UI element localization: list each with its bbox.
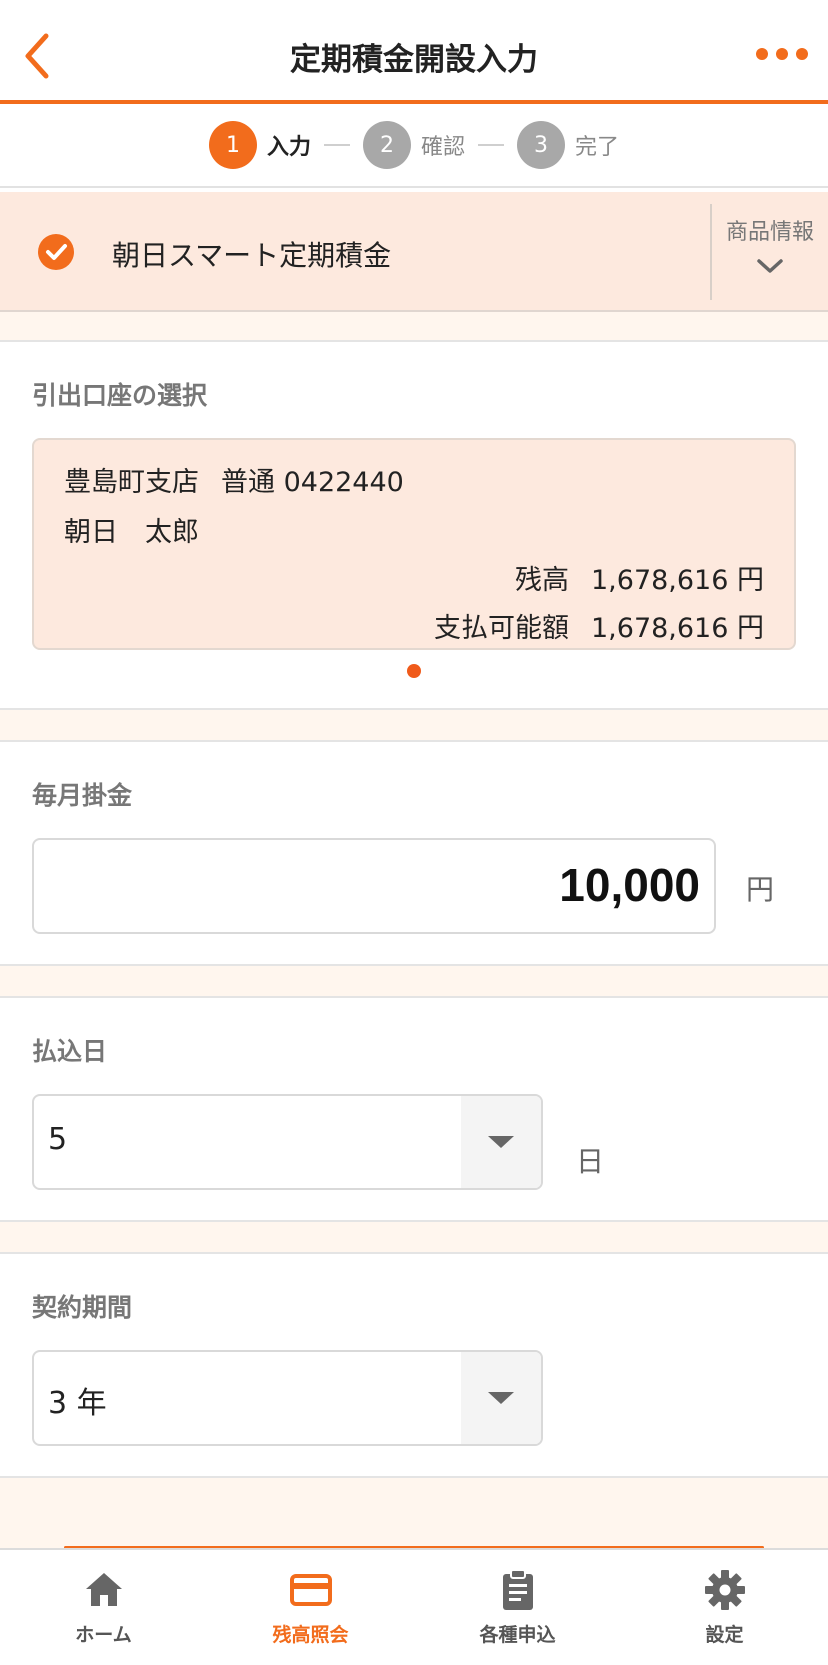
step-number: 1 <box>208 121 257 169</box>
section-divider <box>0 966 828 996</box>
step-number: 2 <box>362 121 411 169</box>
available-value: 1,678,616 円 <box>591 613 764 644</box>
app-header: 定期積金開設入力 <box>0 0 828 104</box>
section-divider <box>0 1222 828 1252</box>
section-title: 払込日 <box>32 1037 108 1066</box>
balance-label: 残高 <box>515 565 569 596</box>
tab-label: 各種申込 <box>479 1624 556 1646</box>
product-info-label: 商品情報 <box>725 220 814 245</box>
day-unit: 日 <box>576 1145 605 1178</box>
section-title: 契約期間 <box>32 1293 133 1322</box>
step-label: 完了 <box>575 135 620 160</box>
amount-unit: 円 <box>746 873 775 906</box>
section-title: 引出口座の選択 <box>32 381 208 410</box>
step-1: 1 入力 <box>208 121 311 169</box>
dropdown-button[interactable] <box>461 1352 541 1444</box>
monthly-amount-section: 毎月掛金 10,000 円 <box>0 740 828 966</box>
tab-label: 設定 <box>705 1624 744 1646</box>
tab-home[interactable]: ホーム <box>0 1550 207 1665</box>
page-title: 定期積金開設入力 <box>290 42 538 78</box>
payment-day-section: 払込日 5 日 <box>0 996 828 1222</box>
caret-down-icon <box>488 1136 514 1148</box>
product-bar: 朝日スマート定期積金 商品情報 <box>0 192 828 312</box>
contract-term-section: 契約期間 3 年 <box>0 1252 828 1478</box>
step-2: 2 確認 <box>362 121 465 169</box>
step-number: 3 <box>517 121 565 169</box>
check-icon <box>38 234 74 270</box>
section-divider <box>0 710 828 740</box>
tab-label: 残高照会 <box>272 1624 349 1646</box>
home-icon <box>85 1573 122 1606</box>
section-title: 毎月掛金 <box>32 781 133 810</box>
tab-balance[interactable]: 残高照会 <box>207 1550 414 1665</box>
contract-term-select[interactable]: 3 年 <box>32 1350 543 1446</box>
available-label: 支払可能額 <box>434 613 569 644</box>
step-label: 入力 <box>266 135 311 160</box>
section-divider <box>0 312 828 340</box>
balance-value: 1,678,616 円 <box>591 565 764 596</box>
account-card[interactable]: 豊島町支店 普通 0422440 朝日 太郎 残高 1,678,616 円 支払可能… <box>32 438 796 650</box>
caret-down-icon <box>488 1392 514 1404</box>
credit-card-icon <box>289 1574 332 1606</box>
product-info-button[interactable]: 商品情報 <box>710 204 828 300</box>
tab-label: ホーム <box>75 1624 132 1646</box>
more-dots-icon <box>756 48 768 60</box>
account-holder: 朝日 太郎 <box>64 517 199 548</box>
step-indicator: 1 入力 2 確認 3 完了 <box>0 104 828 188</box>
step-label: 確認 <box>420 135 465 160</box>
select-value: 5 <box>48 1122 68 1157</box>
gear-icon <box>704 1570 745 1610</box>
section-divider <box>0 1478 828 1548</box>
payment-day-select[interactable]: 5 <box>32 1094 543 1190</box>
tab-settings[interactable]: 設定 <box>621 1550 828 1665</box>
monthly-amount-input[interactable]: 10,000 <box>32 838 716 934</box>
account-section: 引出口座の選択 豊島町支店 普通 0422440 朝日 太郎 残高 1,678,61… <box>0 340 828 710</box>
dropdown-button[interactable] <box>461 1096 541 1188</box>
tab-applications[interactable]: 各種申込 <box>414 1550 621 1665</box>
branch-name: 豊島町支店 <box>64 467 199 498</box>
clipboard-icon <box>502 1569 533 1610</box>
chevron-down-icon <box>757 259 783 273</box>
select-value: 3 年 <box>48 1386 107 1421</box>
account-number: 普通 0422440 <box>221 467 404 498</box>
bottom-tab-bar: ホーム 残高照会 各種申込 設定 <box>0 1548 828 1665</box>
step-3: 3 完了 <box>517 121 619 169</box>
step-separator <box>478 144 504 146</box>
product-name: 朝日スマート定期積金 <box>112 239 392 272</box>
carousel-dot[interactable] <box>407 664 421 678</box>
more-menu-button[interactable] <box>750 40 814 68</box>
step-separator <box>323 144 350 146</box>
